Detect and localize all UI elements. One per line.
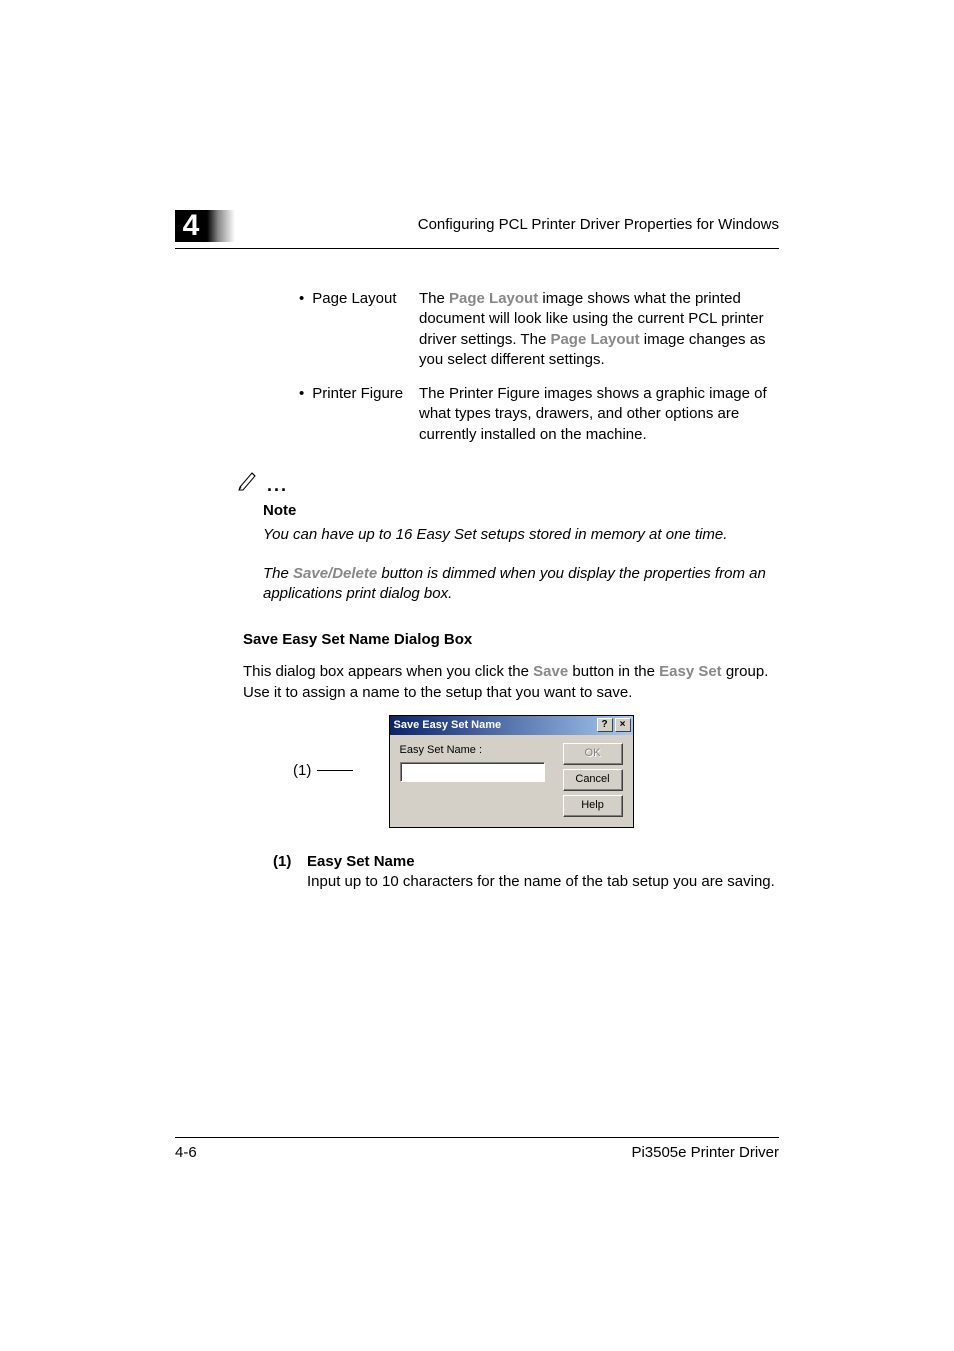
text: The <box>263 565 293 582</box>
header-row: 4 Configuring PCL Printer Driver Propert… <box>175 210 779 242</box>
footer-row: 4-6 Pi3505e Printer Driver <box>175 1144 779 1161</box>
ok-button[interactable]: OK <box>563 743 623 765</box>
definition-text: Input up to 10 characters for the name o… <box>307 872 779 892</box>
definition-title: Easy Set Name <box>307 852 779 872</box>
page-layout-term: Page Layout <box>550 331 639 348</box>
help-icon[interactable]: ? <box>597 718 613 732</box>
bullet-label-text: Printer Figure <box>312 385 403 402</box>
callout-number: (1) <box>293 761 311 781</box>
definition-number: (1) <box>273 852 307 893</box>
bullet-label-text: Page Layout <box>312 290 396 307</box>
dialog-buttons: OK Cancel Help <box>563 743 623 817</box>
cancel-button[interactable]: Cancel <box>563 769 623 791</box>
text: button in the <box>568 663 659 680</box>
bullet-desc: The Printer Figure images shows a graphi… <box>419 384 779 445</box>
dialog-title: Save Easy Set Name <box>394 718 595 733</box>
bullet-printer-figure: Printer Figure The Printer Figure images… <box>299 384 779 445</box>
main-content: Page Layout The Page Layout image shows … <box>175 249 779 892</box>
note-block: ... Note You can have up to 16 Easy Set … <box>243 469 779 604</box>
footer-rule <box>175 1137 779 1138</box>
easy-set-name-input[interactable] <box>400 762 545 782</box>
note-dots: ... <box>267 475 288 495</box>
definition-body: Easy Set Name Input up to 10 characters … <box>307 852 779 893</box>
bullet-label: Page Layout <box>299 289 419 370</box>
bullet-page-layout: Page Layout The Page Layout image shows … <box>299 289 779 370</box>
callout-1: (1) <box>293 761 353 781</box>
bullet-label: Printer Figure <box>299 384 419 445</box>
product-name: Pi3505e Printer Driver <box>631 1144 779 1161</box>
definition-row: (1) Easy Set Name Input up to 10 charact… <box>273 852 779 893</box>
note-text-1: You can have up to 16 Easy Set setups st… <box>263 525 779 545</box>
callout-line <box>317 770 353 771</box>
header-title: Configuring PCL Printer Driver Propertie… <box>418 216 779 237</box>
dialog-figure: (1) Save Easy Set Name ? × Easy Set Name… <box>243 715 779 828</box>
text: The <box>419 290 449 307</box>
pencil-icon: ... <box>237 469 779 497</box>
easy-set-name-label: Easy Set Name : <box>400 743 553 758</box>
save-delete-term: Save/Delete <box>293 565 377 582</box>
bullet-desc: The Page Layout image shows what the pri… <box>419 289 779 370</box>
page-number: 4-6 <box>175 1144 631 1161</box>
save-easy-set-dialog: Save Easy Set Name ? × Easy Set Name : O… <box>389 715 634 828</box>
note-text-2: The Save/Delete button is dimmed when yo… <box>263 564 779 605</box>
page-layout-term: Page Layout <box>449 290 538 307</box>
dialog-titlebar: Save Easy Set Name ? × <box>390 716 633 735</box>
section-title: Save Easy Set Name Dialog Box <box>243 630 779 650</box>
chapter-gradient <box>207 210 235 242</box>
close-icon[interactable]: × <box>615 718 631 732</box>
note-title: Note <box>263 501 779 521</box>
chapter-badge: 4 <box>175 210 235 242</box>
easy-set-term: Easy Set <box>659 663 722 680</box>
footer: 4-6 Pi3505e Printer Driver <box>175 1137 779 1161</box>
help-button[interactable]: Help <box>563 795 623 817</box>
save-term: Save <box>533 663 568 680</box>
chapter-number: 4 <box>175 210 207 242</box>
text: This dialog box appears when you click t… <box>243 663 533 680</box>
section-body: This dialog box appears when you click t… <box>243 662 779 703</box>
dialog-body: Easy Set Name : OK Cancel Help <box>390 735 633 827</box>
page-content: 4 Configuring PCL Printer Driver Propert… <box>0 0 954 892</box>
dialog-left: Easy Set Name : <box>400 743 553 817</box>
